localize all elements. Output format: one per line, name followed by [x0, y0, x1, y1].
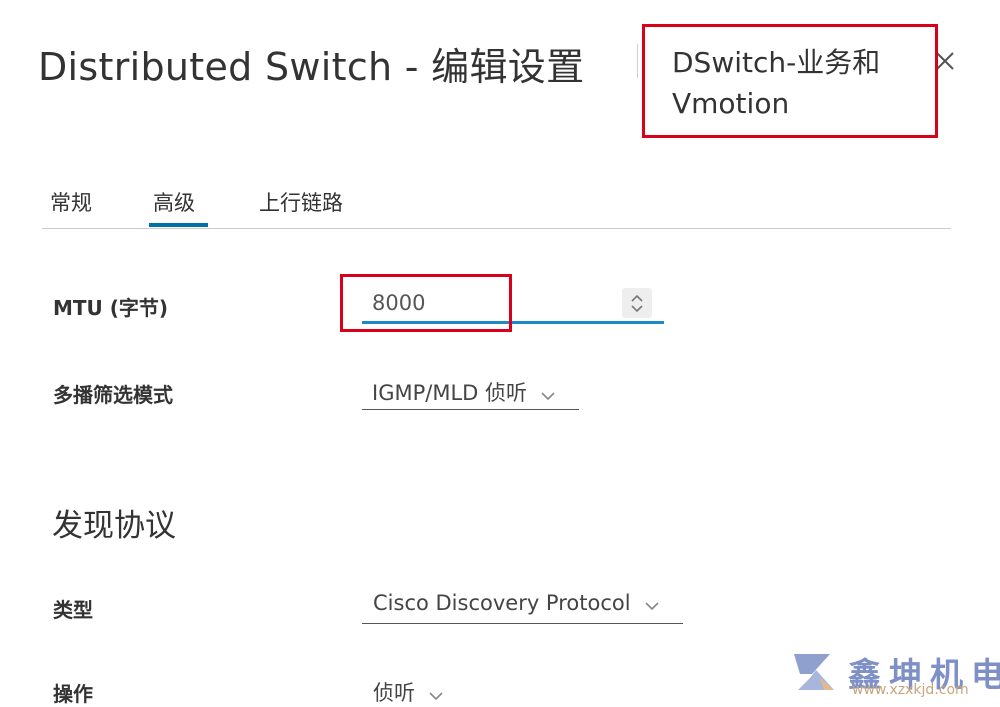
chevron-down-icon	[645, 601, 659, 610]
protocol-type-value: Cisco Discovery Protocol	[373, 591, 631, 615]
multicast-mode-label: 多播筛选模式	[53, 383, 173, 407]
operation-select[interactable]: 侦听	[373, 677, 463, 705]
dialog-title: Distributed Switch - 编辑设置	[38, 45, 585, 89]
active-tab-indicator	[149, 223, 208, 227]
spinner-down-icon	[631, 305, 643, 313]
mtu-stepper[interactable]	[622, 288, 652, 318]
protocol-type-underline	[362, 623, 683, 624]
multicast-mode-select[interactable]: IGMP/MLD 侦听	[372, 377, 578, 409]
highlight-box-title	[642, 24, 938, 138]
watermark-url: www.xzxkjd.com	[852, 682, 969, 698]
protocol-type-select[interactable]: Cisco Discovery Protocol	[373, 591, 683, 623]
mtu-label: MTU (字节)	[53, 296, 169, 320]
title-divider	[637, 44, 638, 78]
type-label: 类型	[53, 598, 93, 622]
discovery-section-title: 发现协议	[52, 508, 176, 544]
chevron-down-icon	[429, 691, 443, 700]
tab-advanced[interactable]: 高级	[153, 187, 195, 217]
operation-value: 侦听	[373, 681, 415, 705]
multicast-select-underline	[362, 409, 579, 410]
chevron-down-icon	[541, 391, 555, 400]
operation-label: 操作	[53, 682, 93, 706]
tabs-divider	[42, 228, 951, 229]
tab-general[interactable]: 常规	[50, 187, 92, 217]
brand-logo-icon	[794, 654, 834, 690]
multicast-mode-value: IGMP/MLD 侦听	[372, 381, 527, 405]
highlight-box-mtu	[340, 274, 512, 332]
spinner-up-icon	[631, 294, 643, 302]
tab-uplinks[interactable]: 上行链路	[259, 187, 343, 217]
